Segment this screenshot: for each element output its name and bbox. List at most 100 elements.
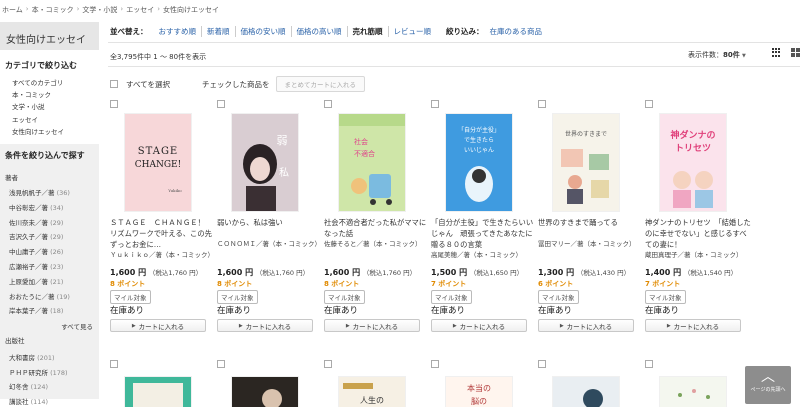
select-row: すべてを選択 チェックした商品を まとめてカートに入れる [110,76,366,92]
category-item[interactable]: 本・コミック [12,89,99,101]
author-filter-item[interactable]: 広瀬裕子／著 (23) [9,260,99,275]
filter-in-stock[interactable]: 在庫のある商品 [490,26,543,37]
publisher-filter-item[interactable]: 大和書房 (201) [9,351,99,366]
product-checkbox[interactable] [538,100,546,108]
author-filter-item[interactable]: 中山庸子／著 (26) [9,245,99,260]
select-all-label[interactable]: すべてを選択 [126,79,170,90]
author-filter-item[interactable]: おおたうに／著 (19) [9,290,99,305]
sort-recommended[interactable]: おすすめ順 [154,26,202,37]
chevron-up-icon: ︿ [761,369,775,385]
sort-bestselling[interactable]: 売れ筋順 [348,26,389,37]
mile-badge: マイル対象 [645,290,686,304]
back-to-top-button[interactable]: ︿ ページの先頭へ [745,366,791,404]
book-cover[interactable] [125,377,191,407]
svg-text:トリセツ: トリセツ [675,143,711,154]
book-cover[interactable]: 弱 私 [232,114,298,211]
product-author[interactable]: 佐藤そると／著（本・コミック） [324,239,430,249]
per-page-select[interactable]: 表示件数：80件 ▼ [688,50,746,60]
filter-heading: 条件を絞り込んで探す [5,150,85,160]
book-cover[interactable]: 神ダンナの トリセツ [660,114,726,211]
book-cover[interactable] [232,377,298,407]
author-filter-item[interactable]: 岸本葉子／著 (18) [9,304,99,319]
chevron-down-icon: ▼ [741,53,746,59]
product-checkbox[interactable] [110,360,118,368]
product-checkbox[interactable] [324,100,332,108]
add-all-to-cart-button[interactable]: まとめてカートに入れる [275,76,366,92]
grid-view-icon[interactable] [772,48,781,57]
book-cover[interactable]: 本当の 脳の [446,377,512,407]
category-item[interactable]: エッセイ [12,114,99,126]
sort-review[interactable]: レビュー順 [389,26,437,37]
category-list: すべてのカテゴリ 本・コミック 文学・小説 エッセイ 女性向けエッセイ [12,77,99,138]
product-checkbox[interactable] [324,360,332,368]
author-filter-item[interactable]: 佐川奈未／著 (29) [9,216,99,231]
book-cover[interactable]: 「自分が主役」 で生きたら いいじゃん [446,114,512,211]
arrow-right-icon: ▶ [559,322,564,329]
book-cover[interactable] [660,377,726,407]
author-filter-item[interactable]: 吉沢久子／著 (29) [9,230,99,245]
svg-text:「自分が主役」: 「自分が主役」 [458,126,500,134]
product-author[interactable]: 蔵田真理子／著（本・コミック） [645,250,751,260]
add-to-cart-button[interactable]: ▶ カートに入れる [645,319,741,332]
author-filter-item[interactable]: 中谷彰宏／著 (34) [9,201,99,216]
see-all-authors-link[interactable]: すべて見る [0,321,99,331]
arrow-right-icon: ▶ [452,322,457,329]
mile-badge: マイル対象 [217,290,258,304]
publisher-filter-item[interactable]: 幻冬舎 (124) [9,380,99,395]
stock-status: 在庫あり [645,306,680,316]
product-author[interactable]: Ｙｕｋｉｋｏ／著（本・コミック） [110,250,216,260]
product-checkbox[interactable] [538,360,546,368]
product-title[interactable]: 神ダンナのトリセツ 「結婚したのに幸せでない」と感じるすべての妻に！ [645,217,751,251]
breadcrumb-literature[interactable]: 文学・小説 [82,5,117,15]
publisher-list: 大和書房 (201) ＰＨＰ研究所 (178) 幻冬舎 (124) 講談社 (1… [9,351,99,407]
book-cover[interactable] [553,377,619,407]
product-checkbox[interactable] [431,100,439,108]
sort-price-low[interactable]: 価格の安い順 [236,26,292,37]
breadcrumb-essay[interactable]: エッセイ [126,5,154,15]
stock-status: 在庫あり [217,306,252,316]
product-checkbox[interactable] [217,100,225,108]
product-checkbox[interactable] [431,360,439,368]
book-cover[interactable]: 社会 不適合 [339,114,405,211]
add-to-cart-button[interactable]: ▶ カートに入れる [538,319,634,332]
product-title[interactable]: 「自分が主役」で生きたらいいじゃん 頑張ってきたあなたに贈る８０の言葉 [431,217,537,251]
category-heading: カテゴリで絞り込む [5,61,77,70]
sort-newest[interactable]: 新着順 [202,26,236,37]
svg-text:神ダンナの: 神ダンナの [670,129,715,141]
product-checkbox[interactable] [645,360,653,368]
sort-label: 並べ替え： [110,27,148,36]
add-to-cart-button[interactable]: ▶ カートに入れる [110,319,206,332]
divider [108,66,800,67]
category-item[interactable]: 文学・小説 [12,101,99,113]
product-checkbox[interactable] [217,360,225,368]
select-all-checkbox[interactable] [110,80,118,88]
svg-text:STAGE: STAGE [138,146,178,157]
add-to-cart-button[interactable]: ▶ カートに入れる [324,319,420,332]
breadcrumb-books[interactable]: 本・コミック [32,5,74,15]
add-to-cart-button[interactable]: ▶ カートに入れる [431,319,527,332]
product-author[interactable]: 高尾美穂／著（本・コミック） [431,250,537,260]
category-item[interactable]: すべてのカテゴリ [12,77,99,89]
author-filter-item[interactable]: 浅見帆帆子／著 (36) [9,186,99,201]
svg-text:社会: 社会 [354,137,368,146]
product-author[interactable]: 冨田マリー／著（本・コミック） [538,239,644,249]
publisher-filter-item[interactable]: 講談社 (114) [9,395,99,407]
category-item[interactable]: 女性向けエッセイ [12,126,99,138]
author-filter-item[interactable]: 上原愛加／著 (21) [9,275,99,290]
product-points: 8 ポイント [217,280,253,288]
add-to-cart-button[interactable]: ▶ カートに入れる [217,319,313,332]
svg-text:人生の: 人生の [360,395,384,405]
product-title[interactable]: ＳＴＡＧＥ ＣＨＡＮＧＥ！ リズムワークで叶える、この先ずっとお金に… [110,217,216,251]
product-checkbox[interactable] [110,100,118,108]
product-checkbox[interactable] [645,100,653,108]
publisher-filter-item[interactable]: ＰＨＰ研究所 (178) [9,366,99,381]
svg-text:で生きたら: で生きたら [464,136,494,144]
book-cover[interactable]: STAGE CHANGE! Yukiko [125,114,191,211]
sort-price-high[interactable]: 価格の高い順 [292,26,348,37]
breadcrumb-home[interactable]: ホーム [2,5,23,15]
large-grid-view-icon[interactable] [791,48,800,57]
product-author[interactable]: ＣＯＮＯＭＩ／著（本・コミック） [217,239,323,249]
book-cover[interactable]: 人生の [339,377,405,407]
svg-text:いいじゃん: いいじゃん [464,147,494,154]
book-cover[interactable]: 世界のすきまで [553,114,619,211]
